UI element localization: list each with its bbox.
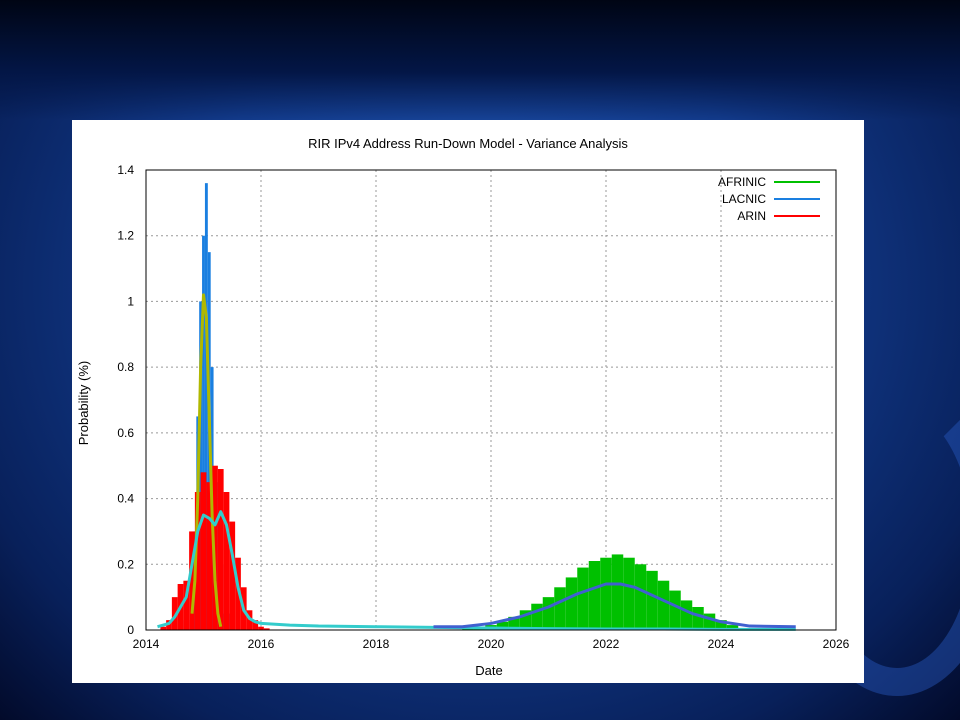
bar-afrinic xyxy=(531,603,543,630)
y-axis-label: Probability (%) xyxy=(76,361,91,446)
legend-label-arin: ARIN xyxy=(737,209,766,223)
bar-afrinic xyxy=(634,564,647,630)
series-lines xyxy=(157,293,796,631)
y-tick-label: 1 xyxy=(127,294,134,308)
bar-afrinic xyxy=(623,557,635,630)
x-tick-label: 2026 xyxy=(823,637,850,651)
legend-label-afrinic: AFRINIC xyxy=(718,175,766,189)
y-tick-label: 0.2 xyxy=(117,557,134,571)
bar-afrinic xyxy=(646,570,658,630)
legend-label-lacnic: LACNIC xyxy=(722,192,766,206)
x-tick-label: 2020 xyxy=(478,637,505,651)
x-tick-label: 2016 xyxy=(248,637,275,651)
bar-arin xyxy=(223,492,230,630)
gridlines xyxy=(146,170,836,630)
x-tick-label: 2014 xyxy=(133,637,160,651)
bar-afrinic xyxy=(554,587,566,630)
x-tick-label: 2024 xyxy=(708,637,735,651)
bar-afrinic xyxy=(669,590,681,630)
bar-afrinic xyxy=(680,600,693,630)
x-tick-label: 2022 xyxy=(593,637,620,651)
bar-afrinic xyxy=(577,567,589,630)
bar-afrinic xyxy=(657,580,670,630)
bars xyxy=(160,183,750,630)
bar-afrinic xyxy=(565,577,578,630)
bar-afrinic xyxy=(692,607,704,630)
y-tick-label: 1.4 xyxy=(117,163,134,177)
bar-afrinic xyxy=(588,561,601,630)
x-tick-label: 2018 xyxy=(363,637,390,651)
y-tick-label: 0.8 xyxy=(117,360,134,374)
y-tick-label: 0 xyxy=(127,623,134,637)
bar-afrinic xyxy=(542,597,555,630)
bar-afrinic xyxy=(600,557,612,630)
legend: AFRINIC LACNIC ARIN xyxy=(718,175,820,223)
chart-panel: 2014 2016 2018 2020 2022 2024 2026 0 0.2 0.4 0.6 0.… xyxy=(72,120,864,683)
bar-arin xyxy=(200,472,207,630)
chart: 2014 2016 2018 2020 2022 2024 2026 0 0.2 0.4 0.6 0.… xyxy=(76,136,850,678)
x-axis-label: Date xyxy=(475,663,502,678)
y-tick-label: 0.6 xyxy=(117,426,134,440)
chart-title: RIR IPv4 Address Run-Down Model - Varian… xyxy=(308,136,628,151)
y-tick-label: 1.2 xyxy=(117,229,134,243)
bar-arin xyxy=(217,469,224,630)
y-tick-label: 0.4 xyxy=(117,492,134,506)
bar-afrinic xyxy=(611,554,624,630)
slide-top-band xyxy=(0,0,960,120)
